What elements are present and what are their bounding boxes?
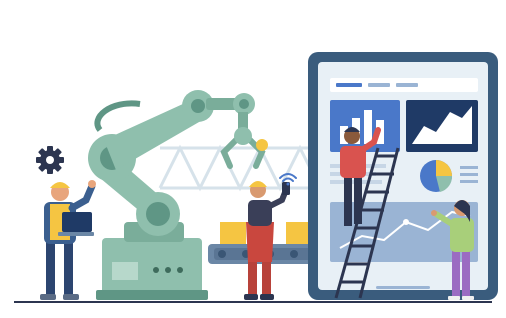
home-indicator xyxy=(376,286,430,289)
worker-with-laptop xyxy=(40,180,96,300)
robot-arm xyxy=(88,90,268,300)
illustration-canvas xyxy=(0,0,506,318)
automation-illustration xyxy=(14,52,498,303)
pie-chart-icon xyxy=(420,160,453,192)
conveyor-box xyxy=(220,222,246,244)
laptop-icon xyxy=(58,212,94,236)
bar-chart-icon xyxy=(330,100,400,152)
area-chart-icon xyxy=(406,100,478,152)
gripper-indicator xyxy=(256,139,268,151)
hard-hat xyxy=(50,182,70,188)
conveyor-truss xyxy=(158,144,330,192)
hard-hat xyxy=(249,181,267,187)
gear-icon xyxy=(36,146,64,174)
